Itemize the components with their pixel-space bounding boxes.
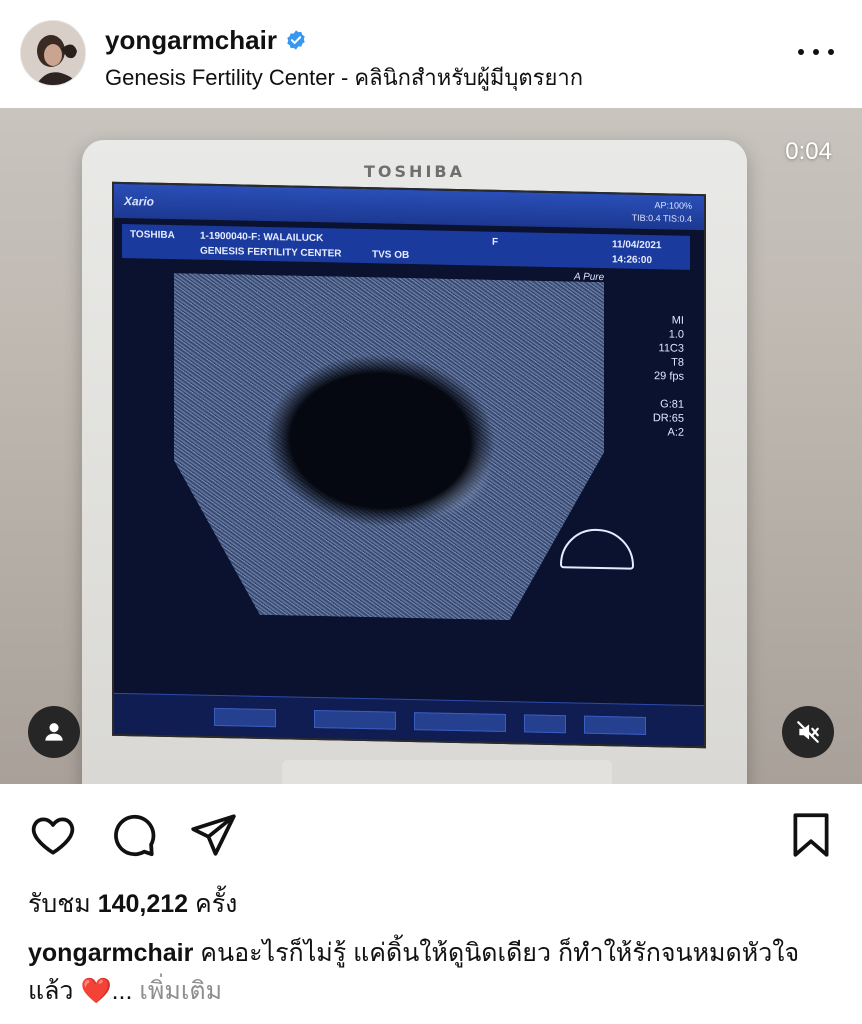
scan-date: 11/04/2021	[612, 239, 662, 252]
video-player[interactable]: TOSHIBA Xario AP:100% TIB:0.4 TIS:0.4 TO…	[0, 108, 862, 784]
video-timestamp: 0:04	[785, 138, 832, 165]
view-count-number: 140,212	[97, 890, 189, 918]
caption-ellipsis: ...	[111, 977, 133, 1005]
verified-badge-icon	[287, 30, 305, 50]
share-icon	[191, 814, 236, 856]
scan-time: 14:26:00	[612, 254, 653, 267]
caption-more-link[interactable]: เพิ่มเติม	[139, 977, 222, 1005]
post-caption: yongarmchair คนอะไรก็ไม่รู้ แค่ดิ้นให้ดู…	[28, 934, 828, 1010]
caption-username[interactable]: yongarmchair	[28, 939, 193, 967]
apure-label: A Pure	[574, 271, 605, 284]
user-tag-icon	[45, 723, 63, 741]
monitor-brand: TOSHIBA	[364, 162, 465, 181]
post-actions	[0, 784, 862, 884]
heart-emoji-icon: ❤️	[80, 977, 112, 1005]
save-button[interactable]	[786, 810, 836, 860]
screen-ap: AP:100% TIB:0.4 TIS:0.4	[631, 200, 692, 224]
location-link[interactable]: Genesis Fertility Center - คลินิกสำหรับผ…	[105, 60, 583, 95]
username[interactable]: yongarmchair	[105, 25, 277, 56]
post-header: yongarmchair Genesis Fertility Center - …	[0, 0, 862, 108]
exam-type: TVS OB	[372, 249, 410, 262]
heart-icon	[31, 817, 75, 855]
comment-icon	[114, 814, 156, 857]
mute-icon	[797, 721, 819, 743]
screen-bottom-bar	[114, 692, 704, 747]
patient-id: 1-1900040-F: WALAILUCK	[200, 230, 324, 245]
view-count[interactable]: รับชม 140,212 ครั้ง	[28, 884, 237, 924]
ultrasound-monitor: TOSHIBA Xario AP:100% TIB:0.4 TIS:0.4 TO…	[82, 140, 747, 784]
screen-top-bar: Xario AP:100% TIB:0.4 TIS:0.4	[114, 183, 704, 231]
avatar-image	[21, 21, 85, 85]
more-icon	[798, 49, 804, 55]
patient-sex: F	[492, 236, 499, 248]
ultrasound-screen: Xario AP:100% TIB:0.4 TIS:0.4 TOSHIBA 1-…	[112, 181, 706, 749]
patient-brand: TOSHIBA	[130, 229, 175, 242]
scan-readout: MI 1.0 11C3 T8 29 fps G:81 DR:65 A:2	[652, 314, 684, 439]
bookmark-icon	[793, 813, 829, 857]
more-options-button[interactable]	[798, 40, 834, 64]
avatar[interactable]	[20, 20, 86, 86]
comment-button[interactable]	[108, 810, 158, 860]
like-button[interactable]	[28, 810, 78, 860]
probe-orientation-icon	[560, 528, 634, 570]
share-button[interactable]	[188, 810, 238, 860]
monitor-base	[282, 760, 612, 784]
mute-toggle-button[interactable]	[782, 706, 834, 758]
tagged-people-button[interactable]	[28, 706, 80, 758]
patient-info-bar: TOSHIBA 1-1900040-F: WALAILUCK F 11/04/2…	[122, 223, 690, 270]
ultrasound-image	[174, 273, 604, 622]
screen-model: Xario	[124, 194, 155, 209]
clinic-name: GENESIS FERTILITY CENTER	[200, 245, 342, 260]
